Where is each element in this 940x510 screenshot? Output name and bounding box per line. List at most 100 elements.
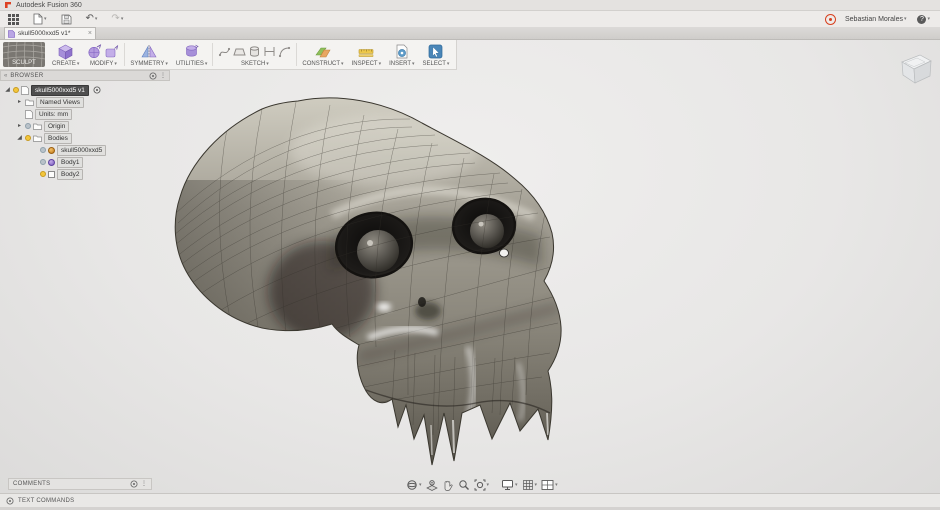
job-status-icon[interactable] — [825, 14, 836, 25]
comments-options-icon[interactable] — [130, 480, 138, 488]
window-title: Autodesk Fusion 360 — [16, 2, 82, 9]
file-icon — [33, 13, 43, 25]
browser-menu-icon[interactable]: ⋮ — [160, 73, 166, 79]
ribbon-group-utilities[interactable]: UTILITIES▾ — [172, 42, 212, 67]
redo-icon: ↷ — [111, 14, 119, 24]
ribbon-group-modify[interactable]: MODIFY▾ — [83, 42, 123, 67]
dropdown-caret: ▾ — [904, 17, 907, 22]
tree-item-label[interactable]: Origin — [44, 121, 69, 132]
symmetry-icon — [141, 44, 157, 59]
help-menu[interactable]: ? ▾ — [915, 12, 932, 26]
expander-expanded-icon[interactable]: ◢ — [4, 87, 11, 94]
undo-icon: ↶ — [86, 14, 94, 24]
visibility-bulb-icon[interactable] — [25, 123, 31, 129]
browser-tree: ◢ skull5000xxd5 v1 ▸ Named Views — [0, 81, 170, 180]
ribbon-group-inspect[interactable]: INSPECT▾ — [348, 42, 386, 67]
viewports-icon — [541, 479, 554, 491]
ribbon-group-symmetry[interactable]: SYMMETRY▾ — [126, 42, 171, 67]
grid-and-snaps-button[interactable]: ▾ — [521, 479, 539, 492]
activate-component-icon[interactable] — [93, 86, 101, 94]
zoom-icon — [458, 479, 470, 491]
skull-model[interactable] — [170, 95, 580, 475]
tree-body-label[interactable]: skull5000xxd5 — [57, 145, 106, 156]
zoom-button[interactable] — [457, 479, 471, 492]
sculpt-environment-button[interactable]: SCULPT — [3, 42, 45, 67]
ribbon-group-select[interactable]: SELECT▾ — [419, 42, 454, 67]
modify-box-icon — [104, 44, 119, 59]
ribbon-group-insert[interactable]: INSERT▾ — [385, 42, 418, 67]
document-tab[interactable]: skull5000xxd5 v1* × — [4, 27, 96, 39]
revolve-icon — [248, 45, 261, 58]
tree-row-body[interactable]: Body1 — [4, 156, 170, 168]
browser-options-icon[interactable] — [149, 72, 157, 80]
tree-root-label[interactable]: skull5000xxd5 v1 — [31, 85, 89, 96]
tree-row-origin[interactable]: ▸ Origin — [4, 120, 170, 132]
dropdown-caret: ▾ — [266, 62, 269, 67]
look-at-button[interactable] — [425, 479, 439, 492]
fit-button[interactable]: ▾ — [473, 479, 491, 492]
visibility-bulb-icon[interactable] — [25, 135, 31, 141]
tree-row-units[interactable]: Units: mm — [4, 108, 170, 120]
text-commands-toggle-icon[interactable] — [6, 497, 14, 505]
tree-row-named-views[interactable]: ▸ Named Views — [4, 96, 170, 108]
app-grid-button[interactable] — [6, 12, 21, 26]
tree-item-label[interactable]: Bodies — [44, 133, 72, 144]
close-tab-icon[interactable]: × — [88, 30, 92, 37]
ribbon-group-label: INSPECT — [352, 61, 378, 67]
tree-body-label[interactable]: Body2 — [57, 169, 83, 180]
construct-planes-icon — [314, 44, 331, 59]
visibility-bulb-icon[interactable] — [40, 171, 46, 177]
view-cube[interactable] — [893, 46, 937, 90]
ribbon-group-label: SKETCH — [241, 61, 265, 67]
orbit-button[interactable]: ▾ — [405, 479, 423, 492]
dropdown-caret: ▾ — [165, 62, 168, 67]
tree-row-body[interactable]: Body2 — [4, 168, 170, 180]
ribbon-group-create[interactable]: CREATE▾ — [48, 42, 83, 67]
collapse-browser-icon[interactable]: « — [4, 73, 7, 79]
component-icon — [21, 86, 29, 95]
dropdown-caret: ▾ — [121, 17, 124, 22]
tree-row-body[interactable]: skull5000xxd5 — [4, 144, 170, 156]
comments-menu-icon[interactable]: ⋮ — [141, 481, 147, 487]
fusion360-window: Autodesk Fusion 360 ▾ ↶ ▾ — [0, 0, 940, 510]
display-settings-button[interactable]: ▾ — [500, 479, 519, 492]
browser-header[interactable]: « BROWSER ⋮ — [0, 70, 170, 81]
file-menu-button[interactable]: ▾ — [31, 12, 49, 26]
tree-item-label[interactable]: Named Views — [36, 97, 84, 108]
viewport-canvas[interactable]: SCULPT CREATE▾ — [0, 40, 940, 493]
dropdown-caret: ▾ — [555, 483, 558, 488]
redo-button[interactable]: ↷ ▾ — [109, 12, 125, 26]
ribbon-divider — [124, 43, 125, 66]
tree-row-root[interactable]: ◢ skull5000xxd5 v1 — [4, 84, 170, 96]
expander-collapsed-icon[interactable]: ▸ — [16, 123, 23, 130]
viewports-button[interactable]: ▾ — [540, 479, 559, 492]
undo-button[interactable]: ↶ ▾ — [84, 12, 100, 26]
look-at-icon — [426, 479, 438, 491]
pan-button[interactable] — [441, 479, 455, 492]
expander-expanded-icon[interactable]: ◢ — [16, 135, 23, 142]
spline-icon — [218, 45, 231, 58]
comments-panel[interactable]: COMMENTS ⋮ — [8, 478, 152, 490]
visibility-bulb-icon[interactable] — [13, 87, 19, 93]
comments-title: COMMENTS — [13, 481, 50, 487]
tree-body-label[interactable]: Body1 — [57, 157, 83, 168]
ribbon-group-sketch[interactable]: SKETCH▾ — [214, 42, 295, 67]
dropdown-caret: ▾ — [114, 62, 117, 67]
tree-row-bodies[interactable]: ◢ Bodies — [4, 132, 170, 144]
ribbon-group-label: SYMMETRY — [130, 61, 164, 67]
user-account-menu[interactable]: Sebastian Morales ▾ — [843, 12, 909, 26]
pan-icon — [442, 479, 454, 491]
expander-collapsed-icon[interactable]: ▸ — [16, 99, 23, 106]
dropdown-caret: ▾ — [77, 62, 80, 67]
dropdown-caret: ▾ — [412, 62, 415, 67]
title-bar: Autodesk Fusion 360 — [0, 0, 940, 11]
text-commands-bar[interactable]: TEXT COMMANDS — [0, 493, 940, 507]
ribbon-group-label: MODIFY — [90, 61, 113, 67]
ribbon-group-construct[interactable]: CONSTRUCT▾ — [298, 42, 347, 67]
visibility-bulb-icon[interactable] — [40, 147, 46, 153]
save-button[interactable] — [59, 12, 74, 26]
tree-item-label[interactable]: Units: mm — [35, 109, 72, 120]
document-tab-label: skull5000xxd5 v1* — [18, 30, 85, 37]
visibility-bulb-icon[interactable] — [40, 159, 46, 165]
dropdown-caret: ▾ — [95, 17, 98, 22]
